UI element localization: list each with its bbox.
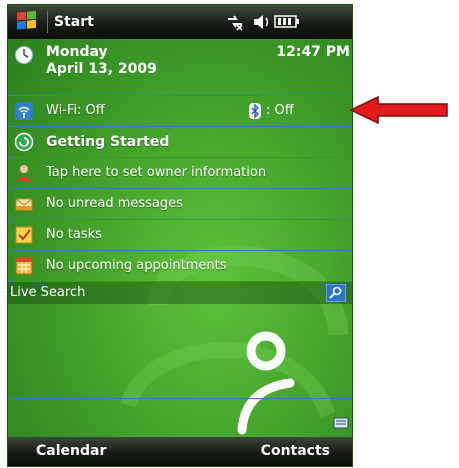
- speaker-icon[interactable]: [252, 13, 272, 31]
- list-item-getting-started[interactable]: Getting Started: [8, 127, 352, 158]
- title-separator: [47, 11, 48, 33]
- start-title[interactable]: Start: [54, 14, 94, 30]
- red-pointer-arrow: [349, 95, 448, 125]
- owner-label: Tap here to set owner information: [46, 165, 267, 180]
- list-item-tasks[interactable]: No tasks: [8, 220, 352, 251]
- live-search-label[interactable]: Live Search: [10, 285, 85, 300]
- calendar-softkey[interactable]: Calendar: [36, 443, 106, 459]
- messages-label: No unread messages: [46, 196, 183, 211]
- calendar-icon: [15, 257, 33, 275]
- time-label: 12:47 PM: [276, 44, 350, 60]
- lower-divider: [8, 398, 352, 399]
- list-item-owner[interactable]: Tap here to set owner information: [8, 158, 352, 189]
- wifi-icon: [15, 102, 33, 120]
- battery-icon[interactable]: [274, 14, 300, 30]
- getting-started-icon: [14, 132, 34, 152]
- date-label: April 13, 2009: [46, 61, 157, 77]
- date-time-row[interactable]: Monday April 13, 2009 12:47 PM: [8, 39, 352, 96]
- list-item-messages[interactable]: No unread messages: [8, 189, 352, 220]
- list-item-appointments[interactable]: No upcoming appointments: [8, 251, 352, 282]
- day-label: Monday: [46, 44, 108, 60]
- tasks-icon: [15, 226, 33, 244]
- softkey-bar: Calendar Contacts: [8, 437, 352, 466]
- owner-icon: [17, 165, 31, 182]
- clock-icon: [15, 46, 33, 64]
- search-icon[interactable]: [326, 284, 346, 302]
- wifi-status[interactable]: Wi-Fi: Off: [46, 103, 105, 118]
- connectivity-icon[interactable]: [226, 13, 244, 31]
- appointments-label: No upcoming appointments: [46, 258, 227, 273]
- title-bar: Start: [8, 5, 352, 39]
- device-screen: Start Monday April 13, 2009 12:47 PM Wi-…: [7, 4, 353, 467]
- keyboard-icon[interactable]: [333, 414, 349, 430]
- messages-icon: [15, 198, 33, 211]
- wireless-row[interactable]: Wi-Fi: Off : Off: [8, 96, 352, 127]
- bluetooth-icon: [249, 103, 261, 119]
- live-search-bar[interactable]: Live Search: [8, 282, 352, 304]
- bluetooth-status[interactable]: : Off: [266, 103, 294, 118]
- contacts-softkey[interactable]: Contacts: [261, 443, 330, 459]
- windows-start-icon[interactable]: [11, 5, 45, 39]
- tasks-label: No tasks: [46, 227, 102, 242]
- getting-started-label: Getting Started: [46, 134, 170, 150]
